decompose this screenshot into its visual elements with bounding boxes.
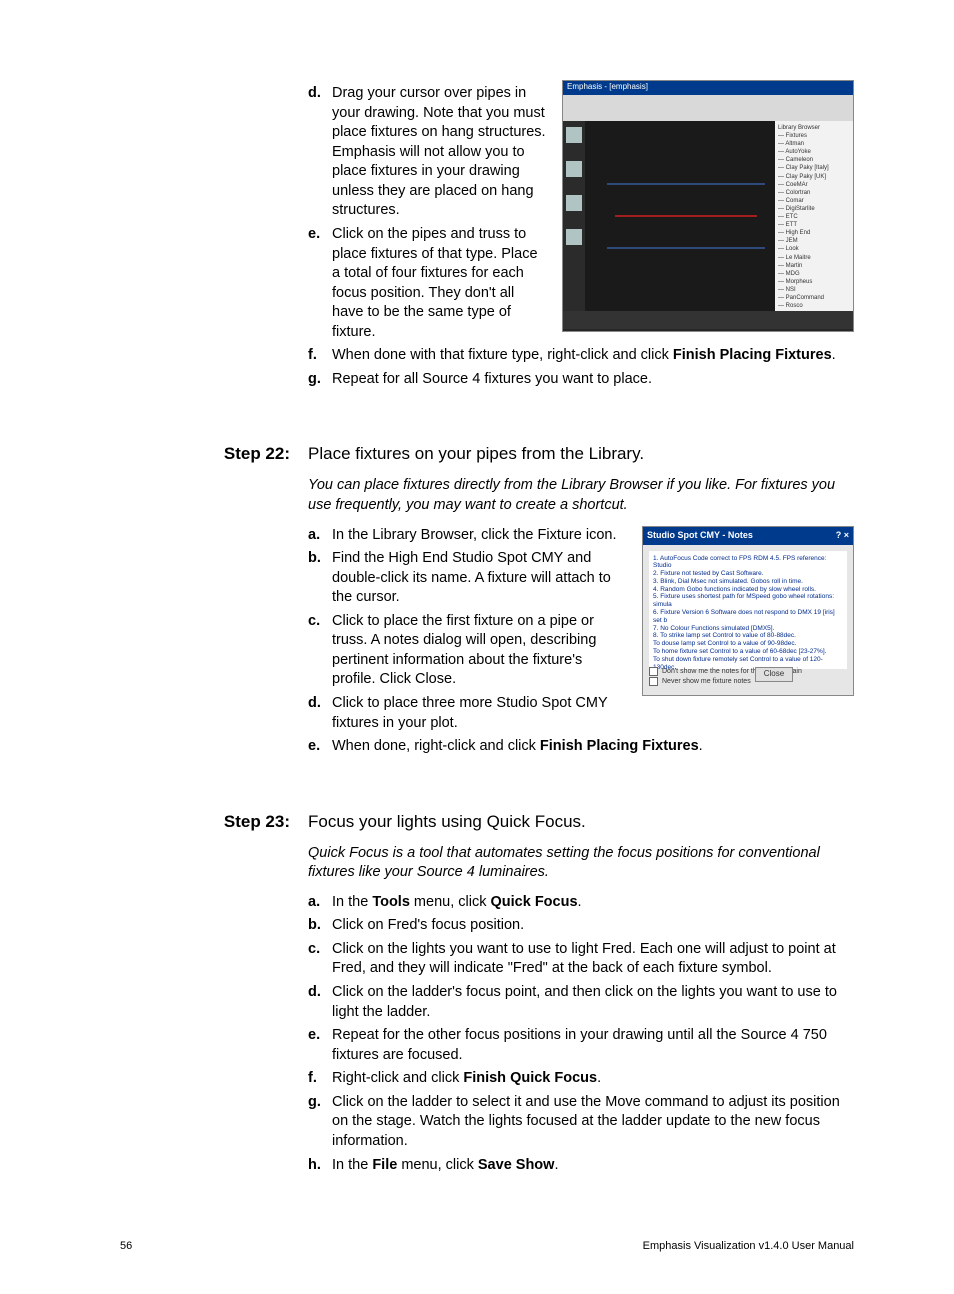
doc-title: Emphasis Visualization v1.4.0 User Manua… (643, 1239, 854, 1254)
step-22-title: Place fixtures on your pipes from the Li… (308, 443, 854, 466)
list-marker: e. (308, 1026, 332, 1046)
step-23: Step 23: Focus your lights using Quick F… (120, 811, 854, 1179)
page: Emphasis - [emphasis] (0, 0, 954, 1294)
notes-body: 1. AutoFocus Code correct to FPS RDM 4.5… (649, 551, 847, 669)
list-item: g.Click on the ladder to select it and u… (308, 1093, 854, 1152)
list-text: Click on Fred's focus position. (332, 916, 854, 936)
list-text: When done, right-click and click Finish … (332, 737, 854, 757)
list-item: d.Click on the ladder's focus point, and… (308, 983, 854, 1022)
figure-left-icons (563, 121, 585, 311)
list-marker: c. (308, 612, 332, 632)
list-item: b.Find the High End Studio Spot CMY and … (308, 549, 628, 608)
checkbox-icon (649, 677, 658, 686)
step-23-label: Step 23: (120, 811, 308, 834)
list-marker: d. (308, 84, 332, 104)
list-marker: b. (308, 916, 332, 936)
list-marker: d. (308, 983, 332, 1003)
list-marker: e. (308, 737, 332, 757)
list-marker: d. (308, 694, 332, 714)
list-item: e.When done, right-click and click Finis… (308, 737, 854, 757)
list-item: h.In the File menu, click Save Show. (308, 1156, 854, 1176)
list-item: g.Repeat for all Source 4 fixtures you w… (308, 370, 854, 390)
figure-titlebar: Emphasis - [emphasis] (563, 81, 853, 95)
list-text: Click on the ladder to select it and use… (332, 1093, 854, 1152)
figure-library-tree: Library Browser— Fixtures— Altman— AutoY… (775, 121, 853, 311)
list-item: e.Click on the pipes and truss to place … (308, 225, 548, 342)
list-text: In the Library Browser, click the Fixtur… (332, 526, 628, 546)
list-text: Click to place three more Studio Spot CM… (332, 694, 628, 733)
list-item: f.When done with that fixture type, righ… (308, 346, 854, 366)
list-item: f.Right-click and click Finish Quick Foc… (308, 1069, 854, 1089)
list-marker: c. (308, 940, 332, 960)
notes-cb2: Never show me fixture notes (662, 677, 751, 686)
figure-toolbar (563, 107, 853, 121)
list-text: Repeat for the other focus positions in … (332, 1026, 854, 1065)
list-marker: g. (308, 1093, 332, 1113)
list-text: Click to place the first fixture on a pi… (332, 612, 628, 690)
figure-canvas (585, 121, 775, 311)
tool-icon (566, 229, 582, 245)
list-item: e.Repeat for the other focus positions i… (308, 1026, 854, 1065)
figure-menubar (563, 95, 853, 107)
step-21-cont: Emphasis - [emphasis] (120, 80, 854, 393)
list-text: Right-click and click Finish Quick Focus… (332, 1069, 854, 1089)
list-text: Find the High End Studio Spot CMY and do… (332, 549, 628, 608)
list-item: a.In the Tools menu, click Quick Focus. (308, 893, 854, 913)
list-marker: f. (308, 346, 332, 366)
notes-title-text: Studio Spot CMY - Notes (647, 529, 753, 543)
list-text: Repeat for all Source 4 fixtures you wan… (332, 370, 854, 390)
list-item: a.In the Library Browser, click the Fixt… (308, 526, 628, 546)
step-23-intro: Quick Focus is a tool that automates set… (308, 844, 854, 883)
notes-footer: Don't show me the notes for this fixture… (643, 665, 853, 695)
list-text: Drag your cursor over pipes in your draw… (332, 84, 548, 221)
figure-notes-dialog: Studio Spot CMY - Notes ? × 1. AutoFocus… (642, 526, 854, 696)
list-item: c.Click on the lights you want to use to… (308, 940, 854, 979)
tool-icon (566, 161, 582, 177)
step-23-list: a.In the Tools menu, click Quick Focus.b… (308, 893, 854, 1175)
list-text: Click on the lights you want to use to l… (332, 940, 854, 979)
page-footer: 56 Emphasis Visualization v1.4.0 User Ma… (120, 1239, 854, 1254)
step-22-label: Step 22: (120, 443, 308, 466)
list-item: c.Click to place the first fixture on a … (308, 612, 628, 690)
list-marker: g. (308, 370, 332, 390)
step-22: Step 22: Place fixtures on your pipes fr… (120, 443, 854, 760)
page-number: 56 (120, 1239, 132, 1254)
list-marker: b. (308, 549, 332, 569)
list-item: d.Drag your cursor over pipes in your dr… (308, 84, 548, 221)
list-text: In the File menu, click Save Show. (332, 1156, 854, 1176)
notes-close-button[interactable]: Close (755, 667, 793, 682)
list-text: When done with that fixture type, right-… (332, 346, 854, 366)
list-text: Click on the ladder's focus point, and t… (332, 983, 854, 1022)
list-marker: f. (308, 1069, 332, 1089)
tool-icon (566, 127, 582, 143)
list-item: b.Click on Fred's focus position. (308, 916, 854, 936)
list-marker: a. (308, 893, 332, 913)
list-item: d.Click to place three more Studio Spot … (308, 694, 628, 733)
notes-title-ctrl: ? × (836, 529, 849, 543)
step-22-intro: You can place fixtures directly from the… (308, 476, 854, 515)
list-marker: h. (308, 1156, 332, 1176)
step-23-title: Focus your lights using Quick Focus. (308, 811, 854, 834)
checkbox-icon (649, 667, 658, 676)
list-text: Click on the pipes and truss to place fi… (332, 225, 548, 342)
list-marker: a. (308, 526, 332, 546)
figure-bottom-panel (563, 311, 853, 329)
list-text: In the Tools menu, click Quick Focus. (332, 893, 854, 913)
list-marker: e. (308, 225, 332, 245)
tool-icon (566, 195, 582, 211)
notes-dialog-title: Studio Spot CMY - Notes ? × (643, 527, 853, 545)
figure-emphasis-app: Emphasis - [emphasis] (562, 80, 854, 332)
